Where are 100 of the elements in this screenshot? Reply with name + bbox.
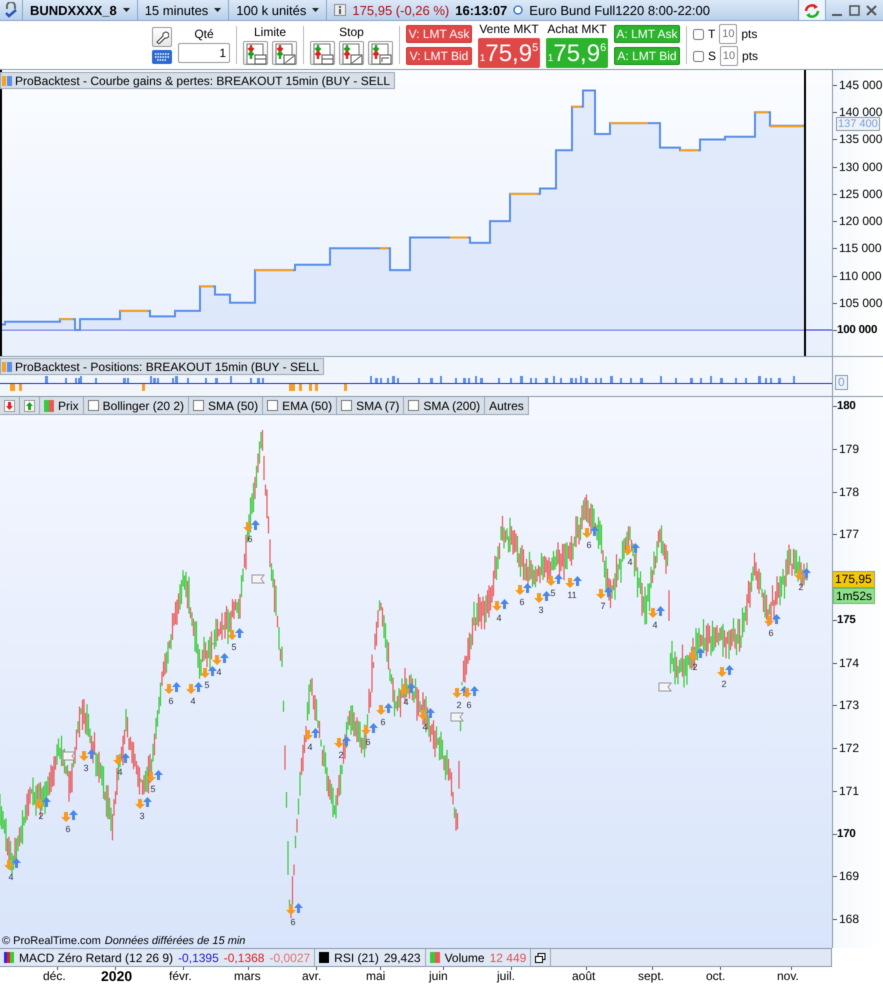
trade-arrows-icon[interactable] [376, 703, 393, 715]
trade-arrows-icon[interactable] [794, 568, 811, 580]
trade-arrows-icon[interactable] [61, 810, 78, 822]
current-value: 0 [835, 375, 848, 390]
order-button[interactable] [368, 41, 393, 65]
checkbox[interactable] [193, 400, 204, 411]
flag-icon[interactable] [658, 682, 672, 692]
order-ticket-icon [369, 42, 392, 64]
trade-arrows-icon[interactable] [462, 686, 479, 698]
trade-count: 6 [66, 824, 70, 834]
trade-arrows-icon[interactable] [200, 666, 217, 678]
flag-icon[interactable] [252, 574, 265, 584]
axis-label: oct. [706, 969, 726, 983]
size-dropdown[interactable]: 100 k unités [229, 0, 328, 20]
trade-arrows-icon[interactable] [546, 574, 563, 586]
axis-label: 168 [839, 912, 860, 926]
caret-icon [214, 8, 222, 12]
trade-count: 11 [567, 590, 577, 600]
timeframe-dropdown[interactable]: 15 minutes [138, 0, 230, 20]
checkbox[interactable] [408, 400, 420, 411]
trade-arrows-icon[interactable] [492, 599, 509, 611]
close-icon[interactable] [866, 4, 877, 16]
flag-icon[interactable] [450, 712, 464, 722]
info-icon[interactable] [334, 4, 346, 16]
panel-tab[interactable]: ProBacktest - Courbe gains & pertes: BREAKOUT 15min (BUY - SELL [0, 72, 396, 89]
trade-arrows-icon[interactable] [303, 728, 320, 740]
order-button[interactable] [272, 41, 297, 65]
trade-arrows-icon[interactable] [418, 708, 435, 720]
trade-arrows-icon[interactable] [565, 576, 582, 588]
indicator-name: RSI (21) [334, 950, 379, 964]
checkbox[interactable] [341, 400, 352, 411]
trade-count: 4 [404, 697, 408, 707]
settings-button[interactable] [152, 26, 172, 46]
limit-order-button[interactable]: V: LMT Bid [406, 47, 472, 65]
trade-count: 6 [520, 597, 524, 607]
quantity-label: Qté [194, 27, 214, 41]
keyboard-icon[interactable] [152, 50, 172, 64]
trade-arrows-icon[interactable] [34, 797, 51, 809]
trade-arrows-icon[interactable] [596, 587, 613, 599]
trade-arrows-icon[interactable] [717, 665, 734, 677]
axis-label: 135 000 [839, 132, 882, 146]
trade-arrows-icon[interactable] [648, 606, 665, 618]
trade-arrows-icon[interactable] [212, 653, 229, 665]
checkbox[interactable] [693, 50, 704, 62]
trade-arrows-icon[interactable] [399, 683, 416, 695]
countdown-timer: 1m52s [833, 588, 876, 604]
trade-count: 6 [586, 540, 592, 550]
trade-arrows-icon[interactable] [135, 797, 152, 809]
axis-label: 180 [837, 399, 856, 413]
trade-arrows-icon[interactable] [113, 753, 130, 765]
trade-arrows-icon[interactable] [334, 736, 351, 748]
limit-label: Limite [254, 25, 286, 39]
order-button[interactable] [339, 41, 364, 65]
series-color-icon [2, 362, 12, 372]
points-field[interactable]: 10 [719, 24, 738, 44]
trade-arrows-icon[interactable] [164, 682, 181, 694]
trade-arrows-icon[interactable] [227, 628, 244, 640]
axis-label: 174 [839, 656, 860, 670]
maximize-icon[interactable] [849, 4, 860, 16]
indicator-color-icon [430, 952, 440, 963]
trade-arrows-icon[interactable] [286, 903, 303, 915]
flag-icon[interactable] [62, 752, 76, 760]
trade-arrows-icon[interactable] [243, 520, 260, 532]
market-label: Achat MKT [547, 22, 607, 36]
limit-order-button[interactable]: V: LMT Ask [406, 25, 472, 43]
quantity-field[interactable]: 1 [178, 43, 230, 63]
trade-arrows-icon[interactable] [623, 543, 640, 555]
trade-count: 2 [38, 811, 44, 821]
trade-arrows-icon[interactable] [582, 526, 599, 538]
instrument-name: Euro Bund Full1220 8:00-22:00 [529, 2, 710, 18]
trade-arrows-icon[interactable] [764, 614, 781, 626]
trade-arrows-icon[interactable] [534, 591, 551, 603]
trade-arrows-icon[interactable] [361, 723, 378, 735]
points-field[interactable]: 10 [720, 46, 738, 66]
candle-colors-icon [44, 400, 54, 412]
caret-icon [312, 8, 320, 12]
trade-arrows-icon[interactable] [4, 858, 21, 870]
trade-arrows-icon[interactable] [186, 682, 203, 694]
panel-tab[interactable]: ProBacktest - Positions: BREAKOUT 15min (BUY - SELL [0, 358, 324, 375]
refresh-icon[interactable] [803, 2, 821, 18]
current-value: 137 400 [836, 117, 880, 132]
order-button[interactable] [310, 41, 335, 65]
option-label: S [708, 49, 716, 63]
trade-count: 3 [140, 811, 144, 821]
trade-count: 6 [768, 628, 774, 638]
trade-arrows-icon[interactable] [79, 749, 96, 761]
trade-count: 4 [216, 667, 222, 677]
link-check-icon[interactable] [4, 2, 18, 18]
circle-icon [513, 5, 524, 15]
trade-arrows-icon[interactable] [146, 770, 163, 782]
instrument-dropdown[interactable]: BUNDXXXX_8 [23, 0, 138, 20]
checkbox[interactable] [267, 400, 278, 411]
axis-label: févr. [169, 969, 192, 983]
series-color-icon [2, 76, 12, 86]
order-button[interactable] [243, 41, 268, 65]
axis-label: 172 [839, 741, 860, 755]
checkbox[interactable] [693, 28, 704, 40]
trade-arrows-icon[interactable] [515, 583, 532, 595]
trade-arrows-icon[interactable] [688, 648, 705, 660]
checkbox[interactable] [88, 400, 99, 411]
